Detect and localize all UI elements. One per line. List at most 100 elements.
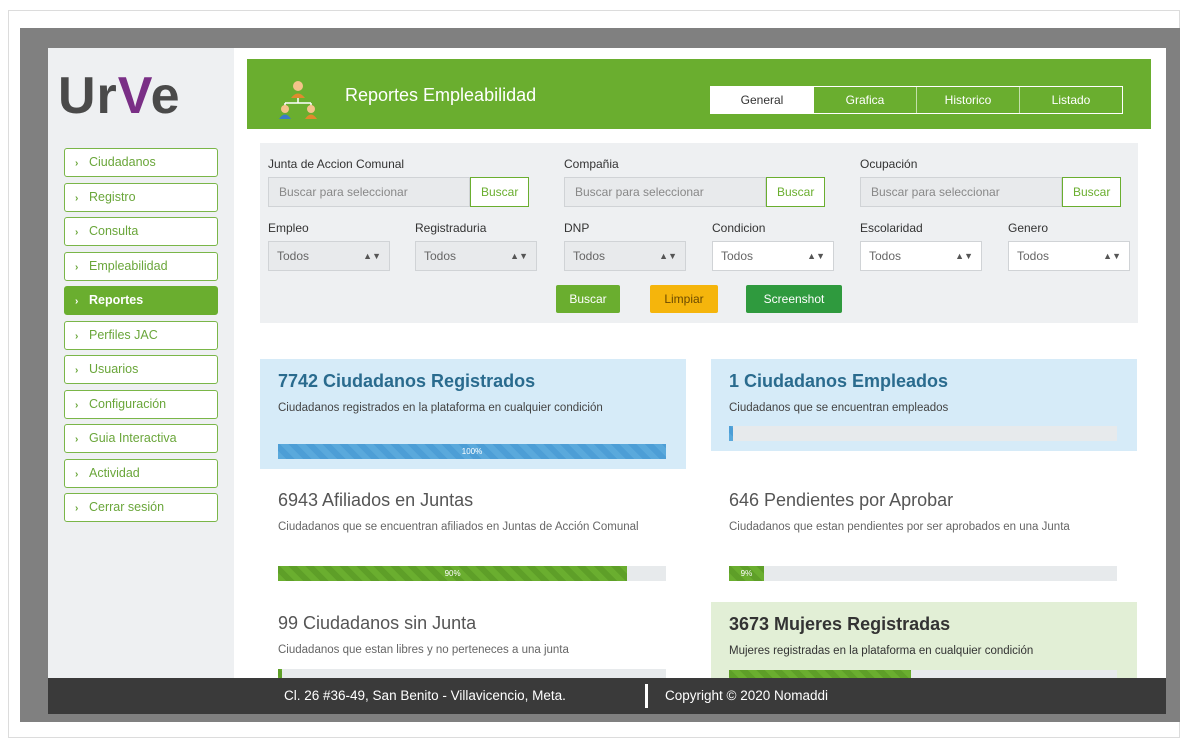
sidebar-item-usuarios[interactable]: › Usuarios	[64, 355, 218, 384]
genero-value: Todos	[1017, 249, 1050, 263]
tab-general[interactable]: General	[711, 87, 814, 113]
sidebar: UrVe › Ciudadanos › Registro › Consulta › Em…	[48, 48, 234, 678]
stat-description: Ciudadanos que estan libres y no pertene…	[278, 644, 569, 656]
empleo-select[interactable]: Todos ▲▼	[268, 241, 390, 271]
limpiar-button[interactable]: Limpiar	[650, 285, 718, 313]
sidebar-item-label: Guia Interactiva	[89, 431, 177, 445]
tab-listado[interactable]: Listado	[1020, 87, 1122, 113]
sidebar-item-cerrar-sesion[interactable]: › Cerrar sesión	[64, 493, 218, 522]
sidebar-item-label: Ciudadanos	[89, 155, 156, 169]
progress-bar: 100%	[278, 444, 666, 459]
escolaridad-value: Todos	[869, 249, 902, 263]
sidebar-item-ciudadanos[interactable]: › Ciudadanos	[64, 148, 218, 177]
tab-grafica[interactable]: Grafica	[814, 87, 917, 113]
condicion-select[interactable]: Todos ▲▼	[712, 241, 834, 271]
select-arrows-icon: ▲▼	[659, 251, 677, 261]
buscar-button[interactable]: Buscar	[556, 285, 620, 313]
app-window: UrVe › Ciudadanos › Registro › Consulta › Em…	[48, 48, 1166, 714]
select-arrows-icon: ▲▼	[510, 251, 528, 261]
genero-select[interactable]: Todos ▲▼	[1008, 241, 1130, 271]
stat-description: Ciudadanos registrados en la plataforma …	[278, 402, 603, 414]
sidebar-item-label: Consulta	[89, 224, 139, 238]
condicion-value: Todos	[721, 249, 754, 263]
select-arrows-icon: ▲▼	[363, 251, 381, 261]
junta-search: Buscar para seleccionar Buscar	[268, 177, 530, 207]
sidebar-item-label: Cerrar sesión	[89, 500, 165, 514]
chevron-right-icon: ›	[75, 503, 79, 514]
escolaridad-select[interactable]: Todos ▲▼	[860, 241, 982, 271]
chevron-right-icon: ›	[75, 227, 79, 238]
sidebar-item-reportes[interactable]: › Reportes	[64, 286, 218, 315]
sidebar-item-label: Usuarios	[89, 362, 139, 376]
empleo-label: Empleo	[268, 221, 309, 235]
dnp-label: DNP	[564, 221, 590, 235]
stat-description: Mujeres registradas en la plataforma en …	[729, 645, 1034, 657]
stat-title: 6943 Afiliados en Juntas	[278, 490, 474, 510]
sidebar-item-registro[interactable]: › Registro	[64, 182, 218, 212]
sidebar-item-perfiles-jac[interactable]: › Perfiles JAC	[64, 320, 218, 350]
logo-text-ur: Ur	[58, 67, 118, 125]
report-tabs: General Grafica Historico Listado	[710, 86, 1123, 114]
progress-fill	[729, 426, 733, 441]
logo-text-v: V	[117, 67, 151, 125]
sidebar-nav: › Ciudadanos › Registro › Consulta › Empleab…	[64, 148, 218, 528]
page-title: Reportes Empleabilidad	[345, 85, 537, 105]
stat-card-mujeres: 3673 Mujeres Registradas Mujeres registr…	[711, 602, 1137, 685]
junta-search-input[interactable]: Buscar para seleccionar	[268, 177, 470, 207]
genero-label: Genero	[1008, 221, 1049, 235]
sidebar-item-consulta[interactable]: › Consulta	[64, 217, 218, 246]
select-arrows-icon: ▲▼	[1103, 251, 1121, 261]
registraduria-select[interactable]: Todos ▲▼	[415, 241, 537, 271]
sidebar-item-empleabilidad[interactable]: › Empleabilidad	[64, 251, 218, 281]
stat-card-registrados: 7742 Ciudadanos Registrados Ciudadanos r…	[260, 359, 686, 469]
select-arrows-icon: ▲▼	[955, 251, 973, 261]
sidebar-item-guia-interactiva[interactable]: › Guia Interactiva	[64, 424, 218, 453]
chevron-right-icon: ›	[75, 468, 79, 480]
junta-search-button[interactable]: Buscar	[470, 177, 530, 207]
footer-copyright: Copyright © 2020 Nomaddi	[665, 688, 829, 703]
stat-card-empleados: 1 Ciudadanos Empleados Ciudadanos que se…	[711, 359, 1137, 451]
stat-card-sin-junta: 99 Ciudadanos sin Junta Ciudadanos que e…	[260, 601, 686, 684]
dnp-select[interactable]: Todos ▲▼	[564, 241, 686, 271]
footer-divider	[645, 684, 648, 708]
chevron-right-icon: ›	[75, 158, 79, 169]
progress-bar	[729, 426, 1117, 441]
sidebar-item-label: Reportes	[89, 293, 144, 307]
compania-search: Buscar para seleccionar Buscar	[564, 177, 826, 207]
condicion-label: Condicion	[712, 221, 766, 235]
chevron-right-icon: ›	[75, 330, 79, 342]
sidebar-item-label: Registro	[89, 189, 136, 204]
stat-title: 99 Ciudadanos sin Junta	[278, 613, 477, 633]
stat-card-afiliados: 6943 Afiliados en Juntas Ciudadanos que …	[260, 478, 686, 588]
people-network-icon	[279, 81, 317, 119]
stat-title: 7742 Ciudadanos Registrados	[278, 371, 536, 391]
compania-search-button[interactable]: Buscar	[766, 177, 826, 207]
chevron-right-icon: ›	[75, 365, 79, 376]
chevron-right-icon: ›	[75, 296, 79, 307]
ocupacion-search-input[interactable]: Buscar para seleccionar	[860, 177, 1062, 207]
chevron-right-icon: ›	[75, 434, 79, 445]
registraduria-label: Registraduria	[415, 221, 487, 235]
sidebar-item-configuracion[interactable]: › Configuración	[64, 389, 218, 419]
compania-label: Compañia	[564, 157, 619, 171]
registraduria-value: Todos	[424, 249, 457, 263]
stat-title: 3673 Mujeres Registradas	[729, 614, 951, 634]
ocupacion-search-button[interactable]: Buscar	[1062, 177, 1122, 207]
progress-fill: 9%	[729, 566, 764, 581]
chevron-right-icon: ›	[75, 192, 79, 204]
urve-logo: UrVe	[58, 70, 228, 122]
filters-panel: Junta de Accion Comunal Buscar para sele…	[260, 143, 1138, 323]
sidebar-item-label: Perfiles JAC	[89, 327, 158, 342]
sidebar-item-label: Configuración	[89, 396, 167, 411]
escolaridad-label: Escolaridad	[860, 221, 923, 235]
stat-card-pendientes: 646 Pendientes por Aprobar Ciudadanos qu…	[711, 478, 1137, 588]
compania-search-input[interactable]: Buscar para seleccionar	[564, 177, 766, 207]
logo-text-e: e	[150, 67, 181, 125]
footer-address: Cl. 26 #36-49, San Benito - Villavicenci…	[284, 688, 566, 703]
page-header: Reportes Empleabilidad General Grafica H…	[247, 59, 1151, 129]
tab-historico[interactable]: Historico	[917, 87, 1020, 113]
ocupacion-label: Ocupación	[860, 157, 918, 171]
stat-description: Ciudadanos que se encuentran empleados	[729, 402, 949, 414]
sidebar-item-actividad[interactable]: › Actividad	[64, 458, 218, 488]
screenshot-button[interactable]: Screenshot	[746, 285, 842, 313]
